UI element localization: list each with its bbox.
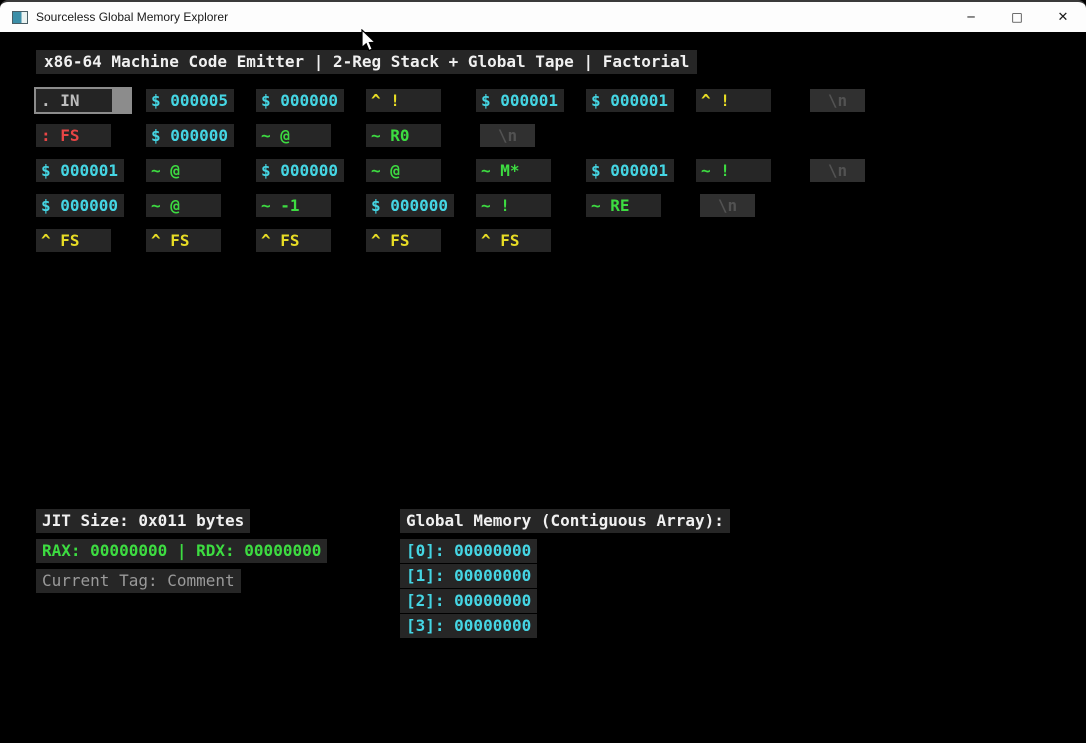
token-newline-cell[interactable]: \n xyxy=(810,159,865,182)
current-tag-label: Current Tag: Comment xyxy=(36,569,241,593)
app-window: { "window": { "title": "Sourceless Globa… xyxy=(0,0,1086,743)
close-button[interactable]: ✕ xyxy=(1040,2,1086,32)
token-cell[interactable]: ~ ! xyxy=(476,194,551,217)
token-cell[interactable]: $ 000000 xyxy=(256,159,344,182)
token-cell[interactable]: . IN xyxy=(34,87,132,114)
token-cell[interactable]: ^ FS xyxy=(256,229,331,252)
token-cell[interactable]: ^ FS xyxy=(366,229,441,252)
token-cell[interactable]: ~ ! xyxy=(696,159,771,182)
global-memory-title: Global Memory (Contiguous Array): xyxy=(400,509,730,533)
token-cell[interactable]: ^ FS xyxy=(146,229,221,252)
minimize-button[interactable]: ─ xyxy=(948,2,994,32)
window-title: Sourceless Global Memory Explorer xyxy=(36,10,228,24)
token-cell[interactable]: $ 000001 xyxy=(586,89,674,112)
token-cell[interactable]: ^ ! xyxy=(696,89,771,112)
token-newline-cell[interactable]: \n xyxy=(700,194,755,217)
token-cell[interactable]: ~ @ xyxy=(146,194,221,217)
titlebar[interactable]: Sourceless Global Memory Explorer ─ □ ✕ xyxy=(0,0,1086,32)
token-newline-cell[interactable]: \n xyxy=(480,124,535,147)
token-cell[interactable]: ^ FS xyxy=(476,229,551,252)
memory-row: [2]: 00000000 xyxy=(400,589,537,613)
token-cell[interactable]: ~ R0 xyxy=(366,124,441,147)
text-cursor-block xyxy=(112,89,130,112)
token-cell[interactable]: ~ @ xyxy=(366,159,441,182)
page-title: x86-64 Machine Code Emitter | 2-Reg Stac… xyxy=(36,50,697,74)
maximize-button[interactable]: □ xyxy=(994,2,1040,32)
token-cell[interactable]: ^ FS xyxy=(36,229,111,252)
registers-label: RAX: 00000000 | RDX: 00000000 xyxy=(36,539,327,563)
jit-size-label: JIT Size: 0x011 bytes xyxy=(36,509,250,533)
app-icon xyxy=(12,11,28,24)
token-cell[interactable]: $ 000001 xyxy=(586,159,674,182)
token-cell[interactable]: ~ @ xyxy=(256,124,331,147)
token-cell[interactable]: ~ -1 xyxy=(256,194,331,217)
token-cell[interactable]: $ 000000 xyxy=(256,89,344,112)
token-cell[interactable]: $ 000000 xyxy=(146,124,234,147)
token-cell[interactable]: $ 000000 xyxy=(36,194,124,217)
token-newline-cell[interactable]: \n xyxy=(810,89,865,112)
token-cell[interactable]: ~ M* xyxy=(476,159,551,182)
memory-row: [1]: 00000000 xyxy=(400,564,537,588)
token-cell[interactable]: ~ @ xyxy=(146,159,221,182)
token-cell[interactable]: $ 000000 xyxy=(366,194,454,217)
token-cell[interactable]: ~ RE xyxy=(586,194,661,217)
memory-rows: [0]: 00000000[1]: 00000000[2]: 00000000[… xyxy=(400,539,537,639)
mouse-cursor xyxy=(361,29,377,53)
window-controls: ─ □ ✕ xyxy=(948,2,1086,32)
memory-row: [3]: 00000000 xyxy=(400,614,537,638)
token-cell[interactable]: ^ ! xyxy=(366,89,441,112)
token-cell[interactable]: $ 000005 xyxy=(146,89,234,112)
token-cell[interactable]: $ 000001 xyxy=(36,159,124,182)
token-cell[interactable]: : FS xyxy=(36,124,111,147)
token-text: . IN xyxy=(41,91,80,110)
token-cell[interactable]: $ 000001 xyxy=(476,89,564,112)
memory-row: [0]: 00000000 xyxy=(400,539,537,563)
